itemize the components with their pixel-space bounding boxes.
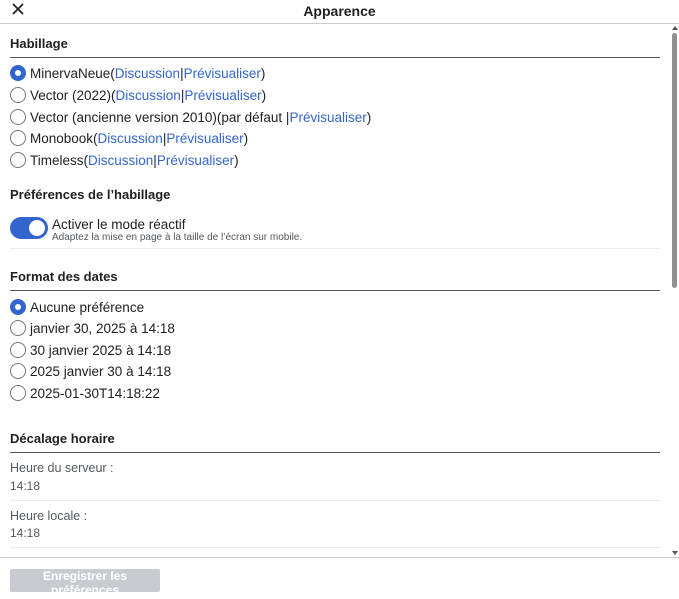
skin-text: ) — [234, 152, 239, 168]
divider — [10, 500, 660, 501]
toggle-knob — [29, 220, 45, 236]
date-option-label: 2025-01-30T14:18:22 — [30, 385, 160, 401]
skin-text: ) — [260, 65, 266, 81]
date-option[interactable]: 2025 janvier 30 à 14:18 — [10, 362, 171, 380]
divider — [10, 547, 660, 548]
section-title-date-format: Format des dates — [10, 269, 660, 291]
dialog-footer: Enregistrer les préférences — [0, 557, 679, 599]
date-option-label: Aucune préférence — [30, 299, 145, 315]
radio-button[interactable] — [10, 109, 26, 125]
local-time-label: Heure locale : — [10, 509, 88, 523]
skin-text: (par défaut | — [216, 109, 290, 125]
skin-option-timeless[interactable]: Timeless (Discussion | Prévisualiser) — [10, 151, 239, 169]
date-option[interactable]: 2025-01-30T14:18:22 — [10, 384, 160, 402]
dialog-header: Apparence — [0, 0, 679, 24]
date-option[interactable]: Aucune préférence — [10, 298, 144, 316]
server-time-value: 14:18 — [10, 479, 41, 493]
preferences-scroll-area[interactable]: Habillage MinervaNeue (Discussion | Prév… — [0, 25, 679, 556]
skin-option-vector-2022[interactable]: Vector (2022) (Discussion | Prévisualise… — [10, 86, 266, 104]
section-title-skin-prefs: Préférences de l’habillage — [10, 187, 171, 202]
radio-button[interactable] — [10, 152, 26, 168]
discussion-link[interactable]: Discussion — [115, 66, 180, 81]
skin-text: ) — [366, 109, 372, 125]
date-option-label: 2025 janvier 30 à 14:18 — [30, 363, 172, 379]
toggle-label: Activer le mode réactif — [52, 217, 186, 232]
preview-link[interactable]: Prévisualiser — [289, 110, 366, 125]
skin-option-minerva[interactable]: MinervaNeue (Discussion | Prévisualiser) — [10, 64, 265, 82]
radio-button[interactable] — [10, 299, 26, 315]
radio-button[interactable] — [10, 87, 26, 103]
preview-link[interactable]: Prévisualiser — [184, 66, 261, 81]
responsive-mode-setting: Activer le mode réactif Adaptez la mise … — [10, 217, 660, 249]
skin-option-monobook[interactable]: Monobook (Discussion | Prévisualiser) — [10, 129, 248, 147]
responsive-mode-toggle[interactable] — [10, 217, 48, 239]
section-title-skin: Habillage — [10, 36, 660, 58]
preview-link[interactable]: Prévisualiser — [184, 88, 261, 103]
skin-name: Monobook — [30, 130, 94, 146]
skin-text: ) — [243, 130, 249, 146]
skin-option-vector-2010[interactable]: Vector (ancienne version 2010) (par défa… — [10, 108, 371, 126]
skin-text: ) — [261, 87, 267, 103]
scroll-down-arrow-icon[interactable] — [672, 551, 678, 555]
skin-name: Vector (2022) — [30, 87, 112, 103]
vertical-scrollbar[interactable] — [671, 25, 679, 556]
toggle-help-text: Adaptez la mise en page à la taille de l… — [52, 232, 303, 243]
preview-link[interactable]: Prévisualiser — [157, 153, 234, 168]
save-preferences-button[interactable]: Enregistrer les préférences — [10, 569, 160, 597]
date-option-label: 30 janvier 2025 à 14:18 — [30, 342, 172, 358]
discussion-link[interactable]: Discussion — [98, 131, 163, 146]
skin-name: MinervaNeue — [30, 65, 111, 81]
radio-button[interactable] — [10, 385, 26, 401]
radio-button[interactable] — [10, 130, 26, 146]
date-option[interactable]: 30 janvier 2025 à 14:18 — [10, 341, 171, 359]
server-time-label: Heure du serveur : — [10, 461, 114, 475]
date-option-label: janvier 30, 2025 à 14:18 — [30, 320, 175, 336]
radio-button[interactable] — [10, 320, 26, 336]
section-title-time-offset: Décalage horaire — [10, 431, 660, 453]
discussion-link[interactable]: Discussion — [116, 88, 181, 103]
discussion-link[interactable]: Discussion — [88, 153, 153, 168]
radio-button[interactable] — [10, 342, 26, 358]
skin-name: Timeless — [30, 152, 84, 168]
date-option[interactable]: janvier 30, 2025 à 14:18 — [10, 319, 175, 337]
scrollbar-thumb[interactable] — [672, 33, 677, 288]
radio-button[interactable] — [10, 65, 26, 81]
preview-link[interactable]: Prévisualiser — [166, 131, 243, 146]
radio-button[interactable] — [10, 363, 26, 379]
dialog-title: Apparence — [303, 3, 376, 19]
scroll-up-arrow-icon[interactable] — [672, 26, 678, 30]
skin-name: Vector (ancienne version 2010) — [30, 109, 217, 125]
local-time-value: 14:18 — [10, 526, 41, 540]
